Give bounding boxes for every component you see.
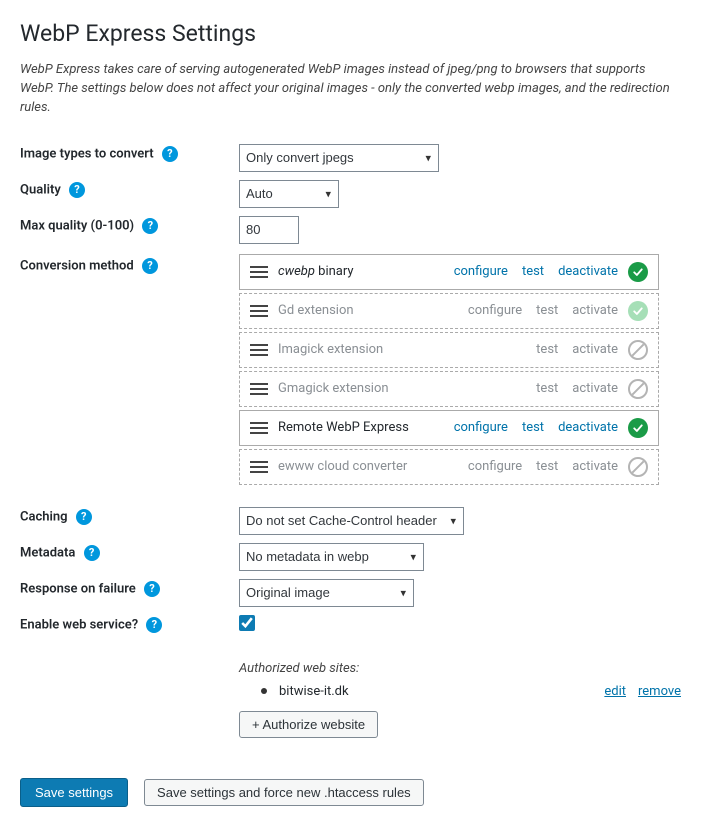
converter-row: Gd extensionconfigure test activate — [239, 293, 659, 329]
label-quality: Quality — [20, 182, 61, 197]
drag-handle-icon[interactable] — [250, 344, 268, 356]
drag-handle-icon[interactable] — [250, 461, 268, 473]
status-ok-icon — [628, 418, 648, 438]
converter-label: Imagick extension — [278, 342, 536, 357]
converter-deactivate-link[interactable]: deactivate — [558, 264, 618, 279]
select-metadata[interactable]: No metadata in webp — [239, 543, 424, 571]
converter-row: Remote WebP Expressconfigure test deactiva… — [239, 410, 659, 446]
help-icon[interactable]: ? — [142, 258, 158, 274]
site-list-item: bitwise-it.dk edit remove — [261, 684, 681, 699]
status-unavailable-icon — [628, 457, 648, 477]
converter-activate-link[interactable]: activate — [572, 342, 618, 357]
save-force-htaccess-button[interactable]: Save settings and force new .htaccess ru… — [144, 779, 424, 806]
converter-actions: configure test deactivate — [454, 264, 618, 279]
select-image-types[interactable]: Only convert jpegs — [239, 144, 439, 172]
converter-test-link[interactable]: test — [536, 303, 558, 318]
converters-list: cwebp binaryconfiguretestdeactivateGd ex… — [239, 254, 659, 485]
select-quality[interactable]: Auto — [239, 180, 339, 208]
help-icon[interactable]: ? — [144, 581, 160, 597]
converter-actions: configure test activate — [468, 459, 618, 474]
drag-handle-icon[interactable] — [250, 266, 268, 278]
label-enable-web-service: Enable web service? — [20, 617, 138, 632]
authorize-website-button[interactable]: + Authorize website — [239, 711, 378, 738]
save-settings-button[interactable]: Save settings — [20, 778, 128, 807]
converter-test-link[interactable]: test — [536, 342, 558, 357]
label-caching: Caching — [20, 509, 68, 524]
converter-deactivate-link[interactable]: deactivate — [558, 420, 618, 435]
converter-configure-link[interactable]: configure — [454, 420, 508, 435]
converter-label: Gmagick extension — [278, 381, 536, 396]
drag-handle-icon[interactable] — [250, 305, 268, 317]
converter-actions: test activate — [536, 381, 618, 396]
help-icon[interactable]: ? — [142, 218, 158, 234]
label-max-quality: Max quality (0-100) — [20, 218, 134, 233]
input-max-quality[interactable] — [239, 216, 299, 244]
status-ok-icon — [628, 301, 648, 321]
page-intro: WebP Express takes care of serving autog… — [20, 61, 681, 118]
checkbox-enable-web-service[interactable] — [239, 615, 255, 631]
converter-actions: configure test activate — [468, 303, 618, 318]
converter-row: Imagick extensiontest activate — [239, 332, 659, 368]
converter-test-link[interactable]: test — [536, 381, 558, 396]
converter-test-link[interactable]: test — [536, 459, 558, 474]
select-response-on-failure[interactable]: Original image — [239, 579, 414, 607]
converter-row: Gmagick extensiontest activate — [239, 371, 659, 407]
select-caching[interactable]: Do not set Cache-Control header — [239, 507, 464, 535]
converter-row: cwebp binaryconfigure test deactivate — [239, 254, 659, 290]
converter-label: ewww cloud converter — [278, 459, 468, 474]
converter-actions: configure test deactivate — [454, 420, 618, 435]
help-icon[interactable]: ? — [146, 617, 162, 633]
site-remove-link[interactable]: remove — [638, 684, 681, 699]
page-title: WebP Express Settings — [20, 20, 681, 47]
converter-actions: test activate — [536, 342, 618, 357]
converter-configure-link[interactable]: configure — [468, 459, 522, 474]
label-metadata: Metadata — [20, 545, 75, 560]
converter-label: Remote WebP Express — [278, 420, 454, 435]
converter-row: ewww cloud converterconfigure test activat… — [239, 449, 659, 485]
site-edit-link[interactable]: edit — [604, 684, 626, 699]
status-ok-icon — [628, 262, 648, 282]
converter-test-link[interactable]: test — [522, 264, 544, 279]
converter-test-link[interactable]: test — [522, 420, 544, 435]
label-image-types: Image types to convert — [20, 146, 154, 161]
converter-activate-link[interactable]: activate — [572, 303, 618, 318]
status-unavailable-icon — [628, 340, 648, 360]
converter-configure-link[interactable]: configure — [454, 264, 508, 279]
bullet-icon — [261, 688, 267, 694]
label-conversion-method: Conversion method — [20, 258, 134, 273]
converter-label: Gd extension — [278, 303, 468, 318]
drag-handle-icon[interactable] — [250, 422, 268, 434]
converter-label: cwebp binary — [278, 264, 454, 279]
label-response-on-failure: Response on failure — [20, 581, 136, 596]
site-name: bitwise-it.dk — [279, 684, 349, 699]
help-icon[interactable]: ? — [69, 182, 85, 198]
authorized-sites-label: Authorized web sites: — [239, 661, 681, 676]
help-icon[interactable]: ? — [76, 509, 92, 525]
converter-configure-link[interactable]: configure — [468, 303, 522, 318]
help-icon[interactable]: ? — [162, 146, 178, 162]
help-icon[interactable]: ? — [84, 545, 100, 561]
status-unavailable-icon — [628, 379, 648, 399]
drag-handle-icon[interactable] — [250, 383, 268, 395]
converter-activate-link[interactable]: activate — [572, 459, 618, 474]
converter-activate-link[interactable]: activate — [572, 381, 618, 396]
